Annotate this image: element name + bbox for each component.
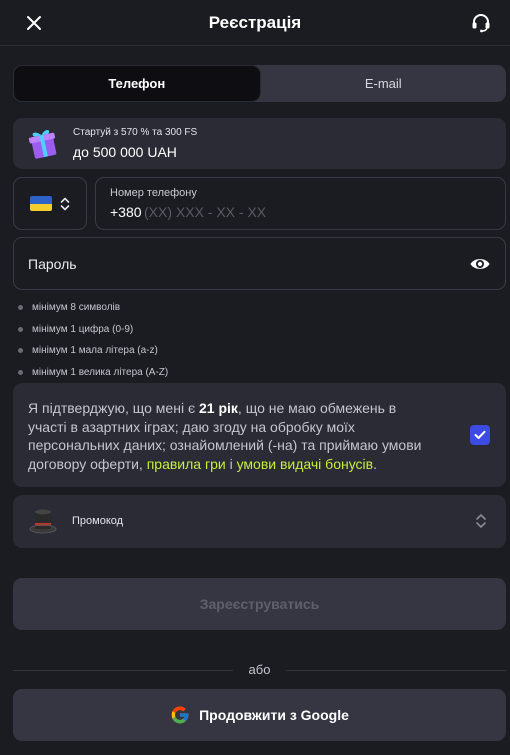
bonus-offer-text: Стартуй з 570 % та 300 FS xyxy=(73,127,198,138)
chevron-updown-icon xyxy=(60,197,70,210)
phone-label: Номер телефону xyxy=(110,187,197,199)
phone-prefix: +380 xyxy=(110,204,142,220)
headset-icon[interactable] xyxy=(468,10,494,36)
bonus-amount: до 500 000 UAH xyxy=(73,144,177,160)
bonus-banner: Стартуй з 570 % та 300 FS до 500 000 UAH xyxy=(13,118,506,169)
promo-code-dropdown[interactable]: Промокод xyxy=(13,495,506,548)
consent-box: Я підтверджую, що мені є 21 рік, що не м… xyxy=(13,383,506,487)
tab-phone[interactable]: Телефон xyxy=(13,65,261,102)
google-icon xyxy=(171,706,189,724)
game-rules-link[interactable]: правила гри xyxy=(147,456,226,472)
page-title: Реєстрація xyxy=(208,12,302,32)
consent-checkbox[interactable] xyxy=(470,425,490,445)
password-placeholder: Пароль xyxy=(28,256,77,272)
bonus-terms-link[interactable]: умови видачі бонусів xyxy=(237,456,374,472)
phone-input[interactable]: Номер телефону +380 (XX) XXX - XX - XX xyxy=(95,177,506,230)
eye-icon[interactable] xyxy=(469,253,491,275)
promo-code-label: Промокод xyxy=(72,515,124,527)
google-button-label: Продовжити з Google xyxy=(199,707,349,723)
password-rule: мінімум 1 цифра (0-9) xyxy=(18,319,168,341)
phone-placeholder: (XX) XXX - XX - XX xyxy=(144,204,267,220)
or-divider: або xyxy=(13,661,506,679)
google-signin-button[interactable]: Продовжити з Google xyxy=(13,689,506,741)
password-rule: мінімум 1 велика літера (A-Z) xyxy=(18,362,168,384)
consent-text: Я підтверджую, що мені є 21 рік, що не м… xyxy=(28,400,422,472)
ukraine-flag-icon xyxy=(30,196,52,211)
password-rule: мінімум 1 мала літера (a-z) xyxy=(18,340,168,362)
close-icon[interactable] xyxy=(22,11,46,35)
checkmark-icon xyxy=(474,430,486,439)
register-button[interactable]: Зареєструватись xyxy=(13,578,506,630)
magic-hat-icon xyxy=(28,505,58,537)
password-rule: мінімум 8 символів xyxy=(18,297,168,319)
chevron-updown-icon xyxy=(474,512,488,530)
country-code-select[interactable] xyxy=(13,177,87,230)
password-input[interactable]: Пароль xyxy=(13,237,506,290)
gift-icon xyxy=(27,126,59,160)
tab-email[interactable]: E-mail xyxy=(261,65,507,102)
auth-method-tabs: Телефон E-mail xyxy=(13,65,506,102)
consent-age: 21 рік xyxy=(199,400,238,416)
header: Реєстрація xyxy=(0,0,510,46)
password-rules: мінімум 8 символів мінімум 1 цифра (0-9)… xyxy=(18,297,168,383)
